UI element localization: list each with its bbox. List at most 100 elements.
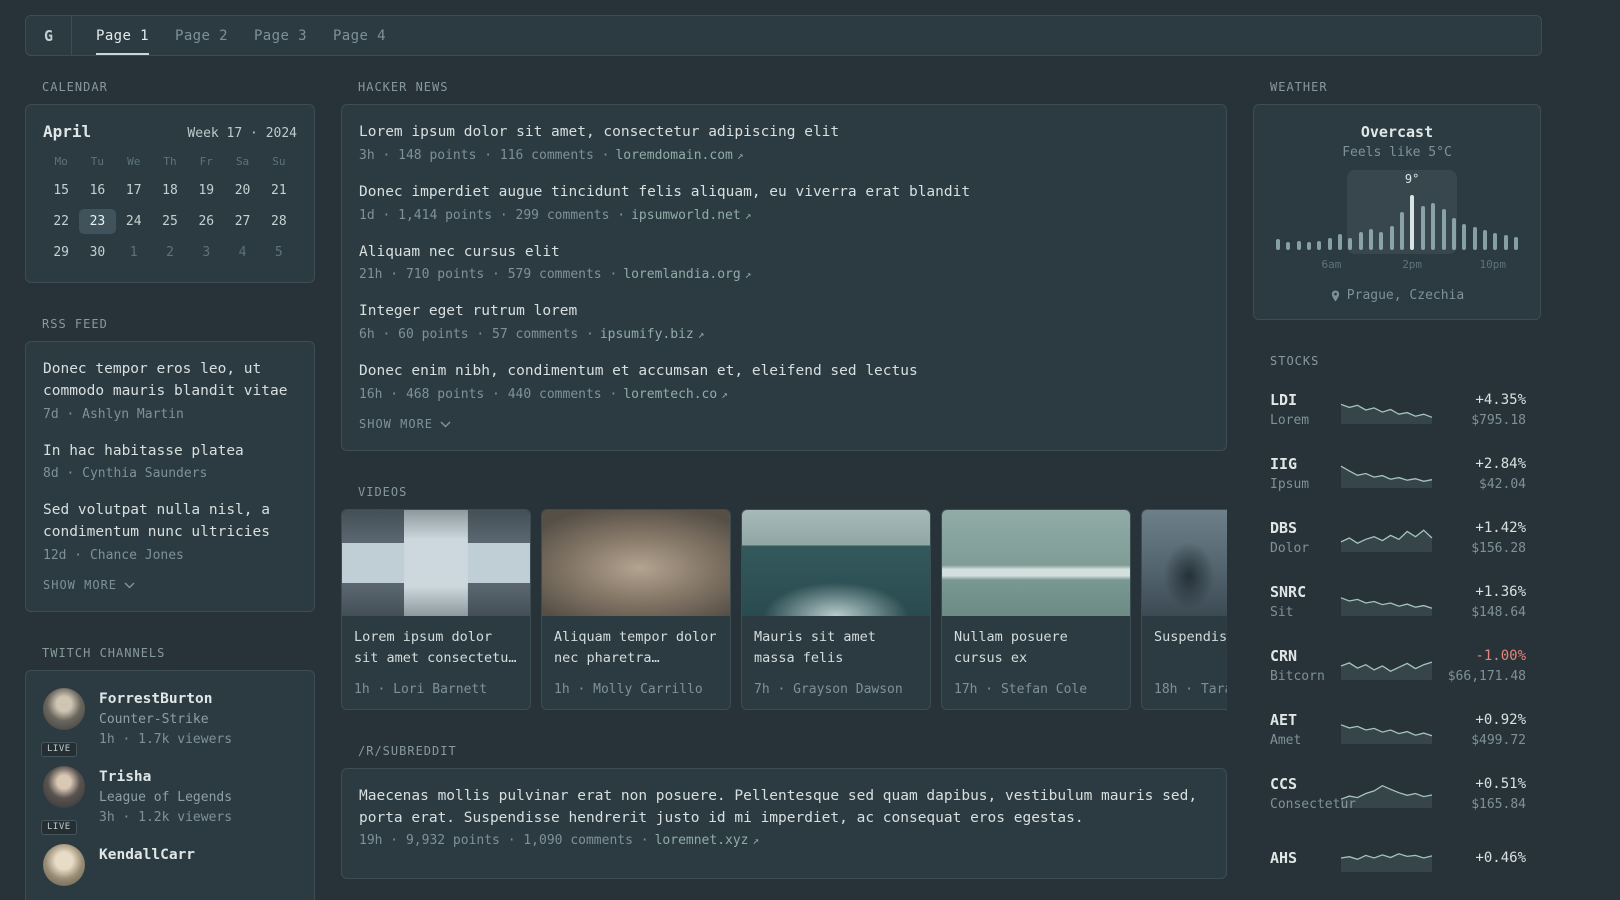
video-thumbnail[interactable] [942,509,1130,616]
calendar-day[interactable]: 19 [188,178,224,203]
weather-bar [1296,241,1301,250]
news-item-title[interactable]: Donec imperdiet augue tincidunt felis al… [359,182,1209,204]
app-logo[interactable]: G [26,16,72,55]
video-card[interactable]: Suspendisse diam 18h · Tara [1141,508,1227,710]
video-title[interactable]: Suspendisse diam [1154,627,1227,648]
news-item-domain-link[interactable]: ipsumworld.net ↗ [631,208,751,223]
rss-item-title[interactable]: Donec tempor eros leo, ut commodo mauris… [43,359,297,403]
video-title[interactable]: Lorem ipsum dolor sit amet consectetu… [354,627,518,669]
news-item-title[interactable]: Lorem ipsum dolor sit amet, consectetur … [359,122,1209,144]
video-thumbnail[interactable] [1142,509,1227,616]
twitch-channel[interactable]: KendallCarr [43,843,297,886]
rss-item[interactable]: In hac habitasse platea 8d · Cynthia Sau… [43,441,297,485]
video-thumbnail[interactable] [542,509,730,616]
stock-row[interactable]: DBS Dolor +1.42% $156.28 [1270,506,1526,570]
stock-row[interactable]: CCS Consectetur +0.51% $165.84 [1270,762,1526,826]
news-item-title[interactable]: Integer eget rutrum lorem [359,301,1209,323]
channel-name[interactable]: Trisha [99,766,232,788]
calendar-day[interactable]: 1 [116,240,152,265]
channel-name[interactable]: ForrestBurton [99,688,232,710]
video-card[interactable]: Nullam posuere cursus ex 17h · Stefan Co… [941,508,1131,710]
calendar-day[interactable]: 3 [188,240,224,265]
stock-ticker: AHS [1270,848,1298,867]
calendar-day[interactable]: 26 [188,209,224,234]
stock-change: -1.00% [1475,648,1526,664]
stock-row[interactable]: CRN Bitcorn -1.00% $66,171.48 [1270,634,1526,698]
calendar-day[interactable]: 21 [261,178,297,203]
calendar-month: April [43,122,92,141]
calendar-day[interactable]: 28 [261,209,297,234]
news-item-meta: 6h · 60 points · 57 comments · ipsumify.b… [359,325,1209,345]
calendar-dow: Mo [54,155,68,168]
calendar-day[interactable]: 22 [43,209,79,234]
stock-row[interactable]: AET Amet +0.92% $499.72 [1270,698,1526,762]
show-more-button[interactable]: SHOW MORE [359,415,451,433]
news-item[interactable]: Donec imperdiet augue tincidunt felis al… [359,182,1209,226]
stock-row[interactable]: AHS +0.46% [1270,826,1526,890]
twitch-channel[interactable]: LIVE Trisha League of Legends 3h · 1.2k … [41,765,297,835]
news-item-domain-link[interactable]: ipsumify.biz ↗ [600,327,705,342]
left-column: CALENDAR April Week 17 · 2024 Mo Tu We T… [25,80,315,900]
news-item-domain: loremtech.co [623,386,718,402]
news-item[interactable]: Integer eget rutrum lorem 6h · 60 points… [359,301,1209,345]
twitch-channel[interactable]: LIVE ForrestBurton Counter-Strike 1h · 1… [41,687,297,757]
calendar-day[interactable]: 24 [116,209,152,234]
video-card[interactable]: Aliquam tempor dolor nec pharetra… 1h · … [541,508,731,710]
video-thumbnail[interactable] [342,509,530,616]
video-title[interactable]: Aliquam tempor dolor nec pharetra… [554,627,718,669]
stock-sparkline [1340,661,1433,680]
reddit-post[interactable]: Maecenas mollis pulvinar erat non posuer… [359,786,1209,852]
stocks-list: LDI Lorem +4.35% $795.18 IIG Ipsum +2.84% $4… [1253,378,1541,890]
chevron-down-icon [440,421,451,428]
news-item-title[interactable]: Donec enim nibh, condimentum et accumsan… [359,361,1209,383]
calendar-day[interactable]: 30 [79,240,115,265]
reddit-post-domain-link[interactable]: loremnet.xyz ↗ [655,833,760,848]
calendar-day[interactable]: 29 [43,240,79,265]
rss-item[interactable]: Sed volutpat nulla nisl, a condimentum n… [43,500,297,566]
calendar-day[interactable]: 2 [152,240,188,265]
calendar-day[interactable]: 20 [224,178,260,203]
calendar-day[interactable]: 18 [152,178,188,203]
stock-ticker: IIG [1270,455,1298,473]
rss-item[interactable]: Donec tempor eros leo, ut commodo mauris… [43,359,297,425]
news-item-title[interactable]: Aliquam nec cursus elit [359,242,1209,264]
video-thumbnail[interactable] [742,509,930,616]
calendar-day[interactable]: 27 [224,209,260,234]
reddit-post-title[interactable]: Maecenas mollis pulvinar erat non posuer… [359,786,1209,830]
channel-name[interactable]: KendallCarr [99,844,195,866]
stock-row[interactable]: SNRC Sit +1.36% $148.64 [1270,570,1526,634]
news-item-domain-link[interactable]: loremdomain.com ↗ [615,148,743,163]
stock-row[interactable]: IIG Ipsum +2.84% $42.04 [1270,442,1526,506]
video-title[interactable]: Mauris sit amet massa felis [754,627,918,669]
calendar-day[interactable]: 4 [224,240,260,265]
calendar-day[interactable]: 17 [116,178,152,203]
news-item-domain-link[interactable]: loremlandia.org ↗ [623,267,751,282]
news-item-domain-link[interactable]: loremtech.co ↗ [623,387,728,402]
stock-row[interactable]: LDI Lorem +4.35% $795.18 [1270,378,1526,442]
news-item[interactable]: Lorem ipsum dolor sit amet, consectetur … [359,122,1209,166]
show-more-button[interactable]: SHOW MORE [43,576,135,594]
middle-column: HACKER NEWS Lorem ipsum dolor sit amet, … [341,80,1227,900]
news-item[interactable]: Donec enim nibh, condimentum et accumsan… [359,361,1209,405]
weather-condition: Overcast [1360,123,1434,141]
calendar-day[interactable]: 16 [79,178,115,203]
channel-meta: 3h · 1.2k viewers [99,809,233,825]
news-item-stats: 1d · 1,414 points · 299 comments · [359,207,626,223]
calendar-day-selected[interactable]: 23 [79,209,116,234]
video-meta: 7h · Grayson Dawson [754,681,903,697]
video-title[interactable]: Nullam posuere cursus ex [954,627,1118,669]
tab-page-3[interactable]: Page 3 [254,16,307,55]
external-link-icon: ↗ [721,387,728,401]
calendar-day[interactable]: 5 [261,240,297,265]
video-card[interactable]: Mauris sit amet massa felis 7h · Grayson… [741,508,931,710]
news-item[interactable]: Aliquam nec cursus elit 21h · 710 points… [359,242,1209,286]
rss-item-title[interactable]: In hac habitasse platea [43,441,297,463]
calendar-day[interactable]: 25 [152,209,188,234]
rss-item-title[interactable]: Sed volutpat nulla nisl, a condimentum n… [43,500,297,544]
calendar-day[interactable]: 15 [43,178,79,203]
tab-page-2[interactable]: Page 2 [175,16,228,55]
tab-page-1[interactable]: Page 1 [96,16,149,55]
tab-page-4[interactable]: Page 4 [333,16,386,55]
live-badge: LIVE [41,819,77,835]
video-card[interactable]: Lorem ipsum dolor sit amet consectetu… 1… [341,508,531,710]
